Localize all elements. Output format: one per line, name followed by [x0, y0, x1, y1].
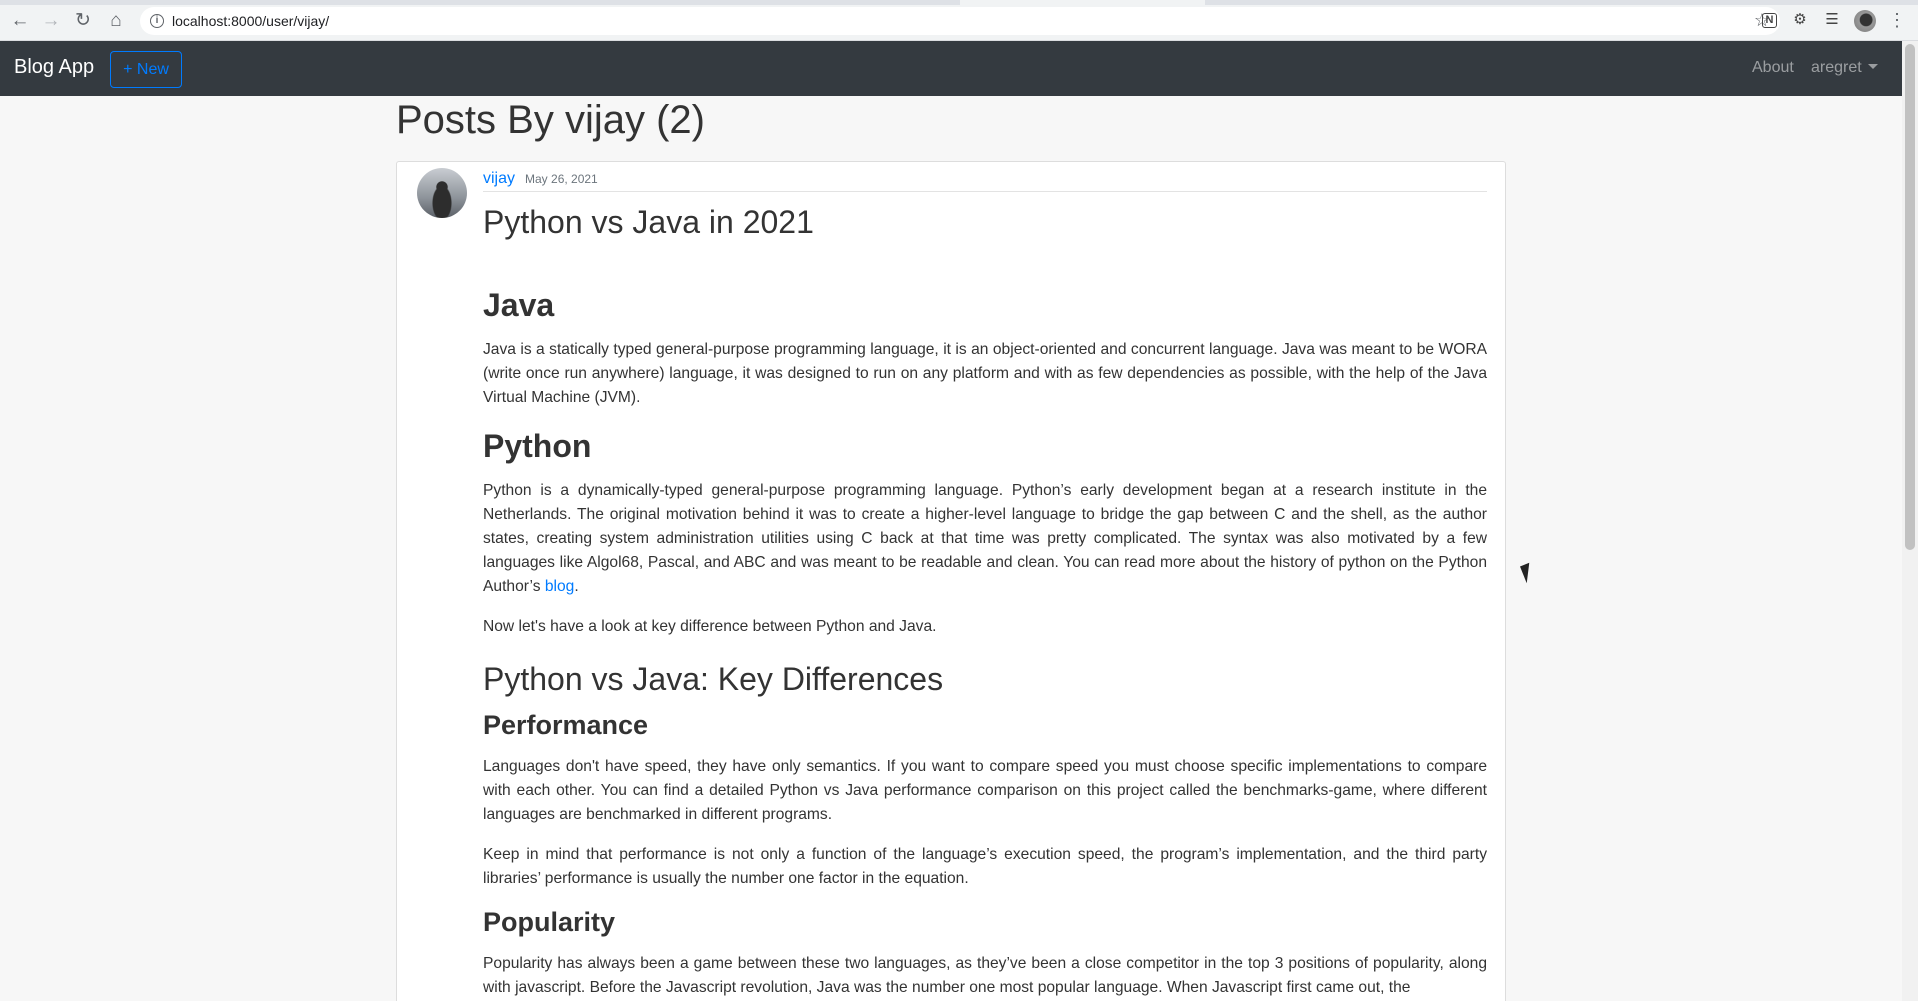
- author-link[interactable]: vijay: [483, 170, 515, 187]
- active-tab[interactable]: [960, 0, 1205, 5]
- author-avatar: [417, 168, 467, 218]
- app-navbar: Blog App + New About aregret: [0, 41, 1902, 96]
- paragraph-performance-2: Keep in mind that performance is not onl…: [483, 846, 1487, 887]
- paragraph-performance-1: Languages don't have speed, they have on…: [483, 758, 1487, 823]
- url-text[interactable]: localhost:8000/user/vijay/: [172, 13, 329, 29]
- browser-toolbar: ← → ↻ ⌂ i localhost:8000/user/vijay/ ☆ N…: [0, 0, 1918, 41]
- media-queue-icon[interactable]: ☰: [1822, 10, 1842, 30]
- post-body: Python vs Java in 2021 Java Java is a st…: [483, 186, 1487, 1001]
- back-icon[interactable]: ←: [9, 10, 31, 32]
- tab-strip: [0, 0, 1918, 5]
- paragraph-java: Java is a statically typed general-purpo…: [483, 341, 1487, 406]
- address-bar[interactable]: i localhost:8000/user/vijay/ ☆: [140, 7, 1780, 35]
- site-info-icon[interactable]: i: [150, 14, 164, 28]
- heading-java: Java: [483, 287, 555, 323]
- heading-popularity: Popularity: [483, 907, 616, 937]
- profile-avatar-icon[interactable]: [1854, 10, 1876, 32]
- new-post-button[interactable]: + New: [110, 51, 182, 88]
- heading-performance: Performance: [483, 710, 649, 740]
- heading-python: Python: [483, 428, 592, 464]
- notion-extension-icon[interactable]: N: [1762, 13, 1777, 28]
- reload-icon[interactable]: ↻: [72, 10, 94, 32]
- post-title-link[interactable]: Python vs Java in 2021: [483, 204, 1487, 241]
- heading-key-differences: Python vs Java: Key Differences: [483, 661, 944, 697]
- brand-link[interactable]: Blog App: [14, 56, 94, 79]
- browser-menu-icon[interactable]: ⋮: [1888, 8, 1906, 32]
- caret-down-icon: [1867, 64, 1878, 69]
- user-dropdown[interactable]: aregret: [1811, 59, 1878, 77]
- paragraph-python-end: .: [574, 578, 579, 595]
- about-link[interactable]: About: [1752, 59, 1794, 77]
- mouse-cursor-icon: [1519, 562, 1537, 584]
- post-card: vijay May 26, 2021 Python vs Java in 2021…: [396, 161, 1506, 1001]
- forward-icon[interactable]: →: [40, 10, 62, 32]
- blog-link[interactable]: blog: [545, 578, 574, 595]
- paragraph-python-text: Python is a dynamically-typed general-pu…: [483, 482, 1487, 595]
- user-dropdown-label: aregret: [1811, 59, 1862, 76]
- home-icon[interactable]: ⌂: [105, 10, 127, 32]
- paragraph-popularity: Popularity has always been a game betwee…: [483, 955, 1487, 996]
- extensions-puzzle-icon[interactable]: ⚙: [1790, 10, 1810, 30]
- paragraph-intro-differences: Now let's have a look at key difference …: [483, 618, 937, 635]
- paragraph-python: Python is a dynamically-typed general-pu…: [483, 479, 1487, 599]
- page-title: Posts By vijay (2): [396, 98, 705, 142]
- page-scrollbar-thumb[interactable]: [1905, 44, 1915, 550]
- post-date: May 26, 2021: [525, 172, 598, 186]
